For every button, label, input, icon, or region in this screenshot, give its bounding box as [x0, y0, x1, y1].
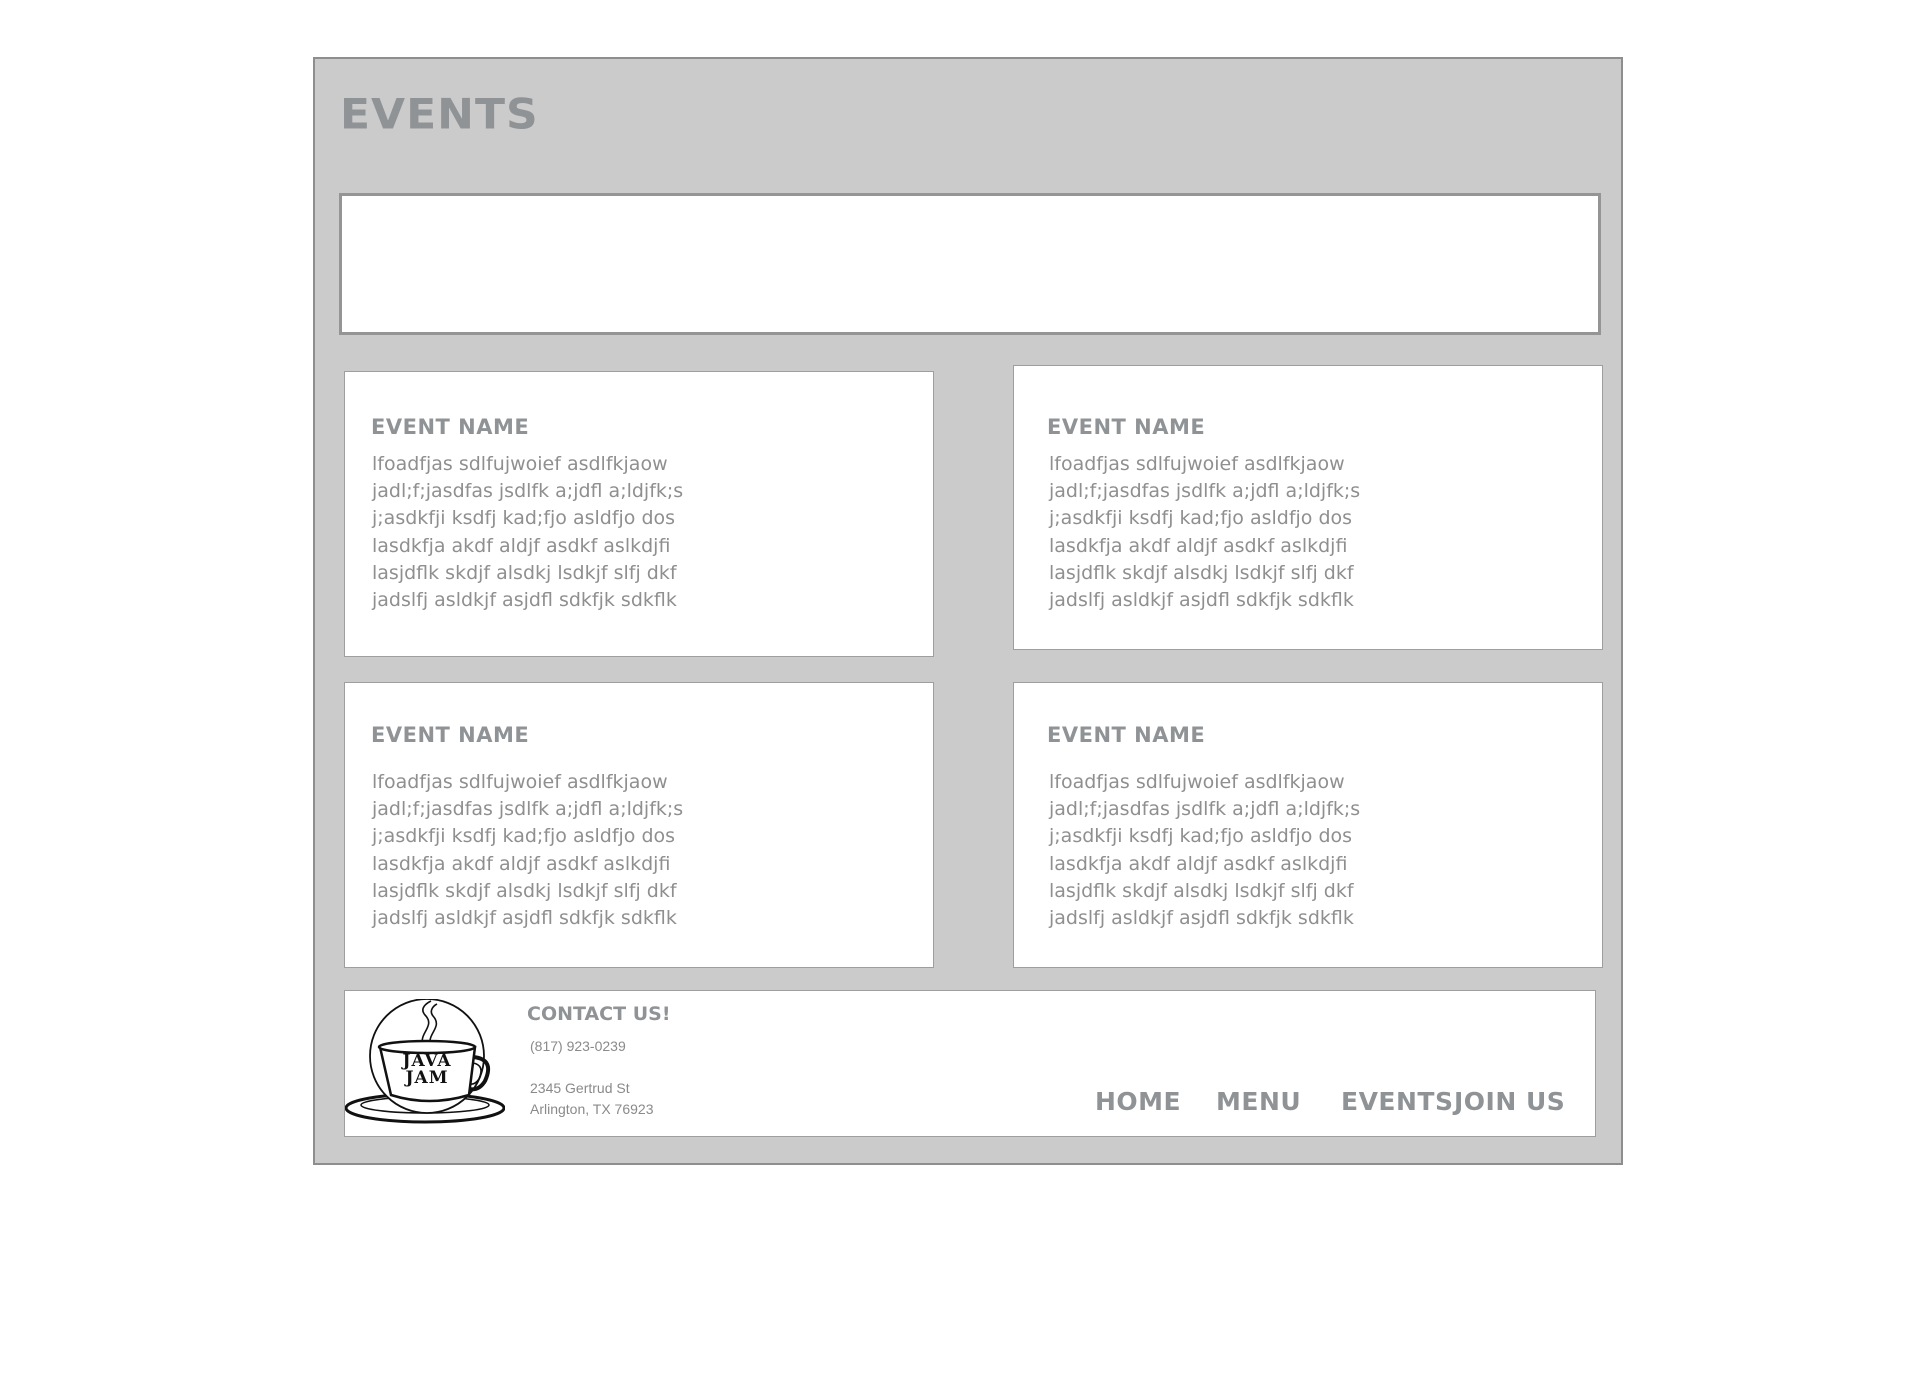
logo-text: JAVA JAM	[402, 1051, 452, 1088]
event-card: EVENT NAME lfoadfjas sdlfujwoief asdlfkj…	[1013, 682, 1603, 968]
page-title: EVENTS	[340, 90, 539, 139]
nav-join-us[interactable]: JOIN US	[1454, 1087, 1565, 1116]
contact-title: CONTACT US!	[527, 1003, 671, 1025]
address: 2345 Gertrud St Arlington, TX 76923	[530, 1078, 654, 1120]
event-name: EVENT NAME	[1047, 723, 1206, 747]
banner-box	[339, 193, 1601, 335]
footer: JAVA JAM CONTACT US! (817) 923-0239 2345…	[344, 990, 1596, 1137]
page-frame: EVENTS EVENT NAME lfoadfjas sdlfujwoief …	[313, 57, 1623, 1165]
event-description: lfoadfjas sdlfujwoief asdlfkjaow jadl;f;…	[1049, 771, 1361, 930]
address-line-1: 2345 Gertrud St	[530, 1080, 630, 1096]
event-description: lfoadfjas sdlfujwoief asdlfkjaow jadl;f;…	[372, 771, 684, 930]
nav-menu[interactable]: MENU	[1216, 1087, 1301, 1116]
event-card: EVENT NAME lfoadfjas sdlfujwoief asdlfkj…	[1013, 365, 1603, 650]
nav-home[interactable]: HOME	[1095, 1087, 1181, 1116]
event-description: lfoadfjas sdlfujwoief asdlfkjaow jadl;f;…	[372, 453, 684, 612]
event-name: EVENT NAME	[371, 415, 530, 439]
event-name: EVENT NAME	[371, 723, 530, 747]
event-name: EVENT NAME	[1047, 415, 1206, 439]
phone-number: (817) 923-0239	[530, 1038, 626, 1054]
event-card: EVENT NAME lfoadfjas sdlfujwoief asdlfkj…	[344, 682, 934, 968]
event-card: EVENT NAME lfoadfjas sdlfujwoief asdlfkj…	[344, 371, 934, 657]
address-line-2: Arlington, TX 76923	[530, 1101, 654, 1117]
event-description: lfoadfjas sdlfujwoief asdlfkjaow jadl;f;…	[1049, 453, 1361, 612]
nav-events[interactable]: EVENTS	[1341, 1087, 1454, 1116]
